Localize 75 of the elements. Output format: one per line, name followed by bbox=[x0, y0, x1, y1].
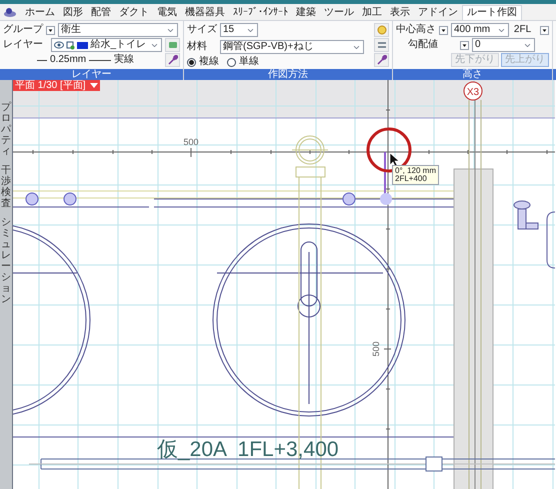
dropdown-field[interactable]: 0 bbox=[472, 38, 535, 52]
menu-tab[interactable]: 加工 bbox=[358, 5, 386, 20]
eyedropper-icon bbox=[168, 55, 178, 65]
menu-tab[interactable]: 図形 bbox=[59, 5, 87, 20]
eyedropper-button[interactable] bbox=[165, 53, 180, 67]
lines-button[interactable] bbox=[374, 38, 389, 52]
field-value: 衛生 bbox=[61, 25, 82, 35]
dropdown-field[interactable]: 給水_トイレ bbox=[51, 38, 162, 52]
dropdown-field[interactable]: 衛生 bbox=[58, 23, 178, 37]
field-label: 0.25mm bbox=[50, 55, 86, 65]
field-value: 0 bbox=[475, 40, 482, 50]
dropdown-field[interactable]: 400 mm bbox=[451, 23, 509, 37]
grid-label-circle bbox=[464, 82, 482, 100]
dropdown-field[interactable]: 15 bbox=[220, 23, 258, 37]
field-label: 材料 bbox=[187, 42, 208, 52]
caret-icon[interactable] bbox=[46, 26, 55, 34]
field-label: 中心高さ bbox=[396, 25, 436, 35]
field-label: グループ bbox=[3, 25, 43, 35]
dropdown-field[interactable]: 鋼管(SGP-VB)+ねじ bbox=[220, 40, 364, 54]
radio-option[interactable]: 単線 bbox=[227, 57, 259, 67]
ruler-label: 500 bbox=[371, 341, 381, 357]
side-tab[interactable]: シミュレーション bbox=[1, 217, 11, 305]
group-title: レイヤー bbox=[0, 69, 183, 80]
pipe-node bbox=[342, 192, 356, 206]
color-swatch bbox=[77, 42, 88, 48]
pipe-node bbox=[64, 192, 76, 206]
field-value: 15 bbox=[223, 25, 236, 35]
eye-icon bbox=[54, 41, 64, 49]
menu-tab[interactable]: ホーム bbox=[21, 5, 59, 20]
pipe-node bbox=[26, 192, 38, 206]
caret-icon[interactable] bbox=[439, 26, 448, 34]
view-tab[interactable]: 平面 1/30 [平面] bbox=[13, 80, 100, 91]
valve-drawing bbox=[514, 200, 538, 230]
menu-tab[interactable]: ｽﾘｰﾌﾞ･ｲﾝｻｰﾄ bbox=[229, 5, 292, 20]
field-label: 2FL bbox=[512, 25, 532, 35]
tooltip-line: 2FL+400 bbox=[395, 175, 428, 183]
eyedropper-icon bbox=[376, 55, 386, 65]
fixture-outline bbox=[546, 212, 555, 268]
field-label: 勾配値 bbox=[407, 40, 439, 50]
menu-tab[interactable]: 建築 bbox=[292, 5, 320, 20]
field-value: 鋼管(SGP-VB)+ねじ bbox=[223, 42, 314, 52]
radio-option[interactable]: 複線 bbox=[187, 57, 219, 67]
menu-tab[interactable]: 機器器具 bbox=[181, 5, 229, 20]
app-logo-icon[interactable] bbox=[3, 6, 17, 18]
circle-icon bbox=[376, 25, 386, 35]
side-tab[interactable]: 干渉検査 bbox=[1, 165, 11, 209]
menu-tab[interactable]: ツール bbox=[320, 5, 358, 20]
radio-button[interactable] bbox=[227, 58, 236, 66]
menu-tab[interactable]: 表示 bbox=[386, 5, 414, 20]
layer-stack-icon bbox=[168, 41, 178, 49]
side-tab[interactable]: プロパティ bbox=[1, 102, 11, 157]
tooltip-line: 0°, 120 mm bbox=[395, 167, 436, 175]
field-value: 400 mm bbox=[454, 25, 492, 35]
eyedropper-button[interactable] bbox=[374, 53, 389, 67]
field-label: レイヤー bbox=[3, 40, 44, 50]
riser-node bbox=[380, 193, 392, 205]
layer-icon bbox=[66, 40, 76, 50]
group-title: 高さ bbox=[393, 69, 552, 80]
field-value: 給水_トイレ bbox=[90, 40, 147, 50]
grid-label: X3 bbox=[466, 87, 480, 98]
menu-tab[interactable]: ルート作図 bbox=[462, 5, 522, 20]
ruler-label: 500 bbox=[183, 137, 199, 147]
field-label: サイズ bbox=[187, 25, 217, 35]
menu-tab[interactable]: ダクト bbox=[115, 5, 153, 20]
circle-button[interactable] bbox=[374, 23, 389, 37]
radio-button[interactable] bbox=[187, 58, 196, 66]
field-label: 実線 bbox=[114, 55, 134, 65]
group-title: 作図方法 bbox=[184, 69, 392, 80]
caret-icon[interactable] bbox=[460, 40, 469, 50]
menu-tab[interactable]: 配管 bbox=[87, 5, 115, 20]
lines-icon bbox=[376, 41, 386, 49]
view-tab-label: 平面 1/30 [平面] bbox=[15, 80, 86, 90]
caret-icon[interactable] bbox=[540, 26, 549, 34]
menu-tab[interactable]: アドイン bbox=[414, 5, 462, 20]
menu-tab[interactable]: 電気 bbox=[153, 5, 181, 20]
